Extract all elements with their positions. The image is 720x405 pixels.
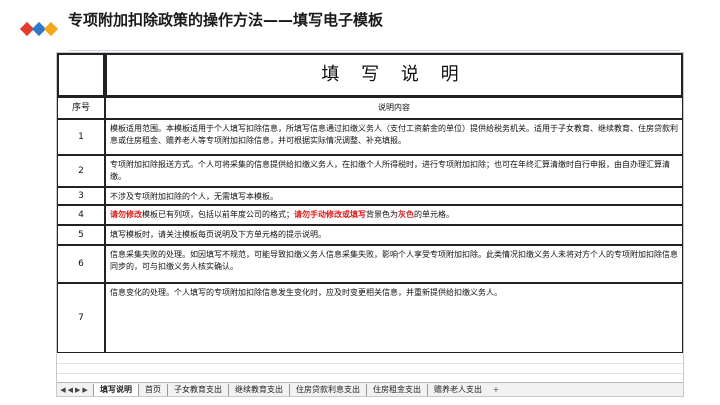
orange-diamond-icon (43, 21, 59, 37)
tab-housing-rent[interactable]: 住房租金支出 (366, 383, 427, 396)
row-1-no[interactable]: 1 (57, 119, 105, 155)
tab-housing-loan-interest[interactable]: 住房贷款利息支出 (289, 383, 366, 396)
row-2-no[interactable]: 2 (57, 155, 105, 187)
gray-color-text: 灰色 (398, 210, 414, 219)
row-4-no[interactable]: 4 (57, 205, 105, 225)
row-3-desc[interactable]: 不涉及专项附加扣除的个人，无需填写本模板。 (105, 187, 683, 205)
row-4-mid-text: 模板已有列项，包括以前年度公司的格式； (142, 210, 294, 219)
row-6-desc[interactable]: 信息采集失败的处理。如因填写不规范，可能导致扣缴义务人信息采集失败，影响个人享受… (105, 245, 683, 283)
row-3-no[interactable]: 3 (57, 187, 105, 205)
row-2-desc[interactable]: 专项附加扣除报送方式。个人可将采集的信息提供给扣缴义务人，在扣缴个人所得税时，进… (105, 155, 683, 187)
title-underline (68, 50, 680, 51)
row-5-no[interactable]: 5 (57, 225, 105, 245)
row-5-desc[interactable]: 填写模板时，请关注模板每页说明及下方单元格的提示说明。 (105, 225, 683, 245)
tab-fill-instructions[interactable]: 填写说明 (93, 383, 138, 396)
tab-elderly-support[interactable]: 赡养老人支出 (427, 383, 488, 396)
spreadsheet-window[interactable]: 填 写 说 明 序号 说明内容 1 模板适用范围。本模板适用于个人填写扣除信息，… (56, 52, 684, 397)
sheet-tab-bar: ◀◀▶▶ 填写说明 首页 子女教育支出 继续教育支出 住房贷款利息支出 住房租金… (57, 382, 683, 396)
header-no-cell[interactable]: 序号 (57, 97, 105, 119)
main-title-cell[interactable]: 填 写 说 明 (105, 53, 683, 97)
row-4-post-text: 背景色为 (366, 210, 398, 219)
tab-children-education[interactable]: 子女教育支出 (167, 383, 228, 396)
title-left-cell[interactable] (57, 53, 105, 97)
do-not-modify-text: 请勿修改 (110, 210, 142, 219)
instruction-table: 填 写 说 明 序号 说明内容 1 模板适用范围。本模板适用于个人填写扣除信息，… (57, 53, 683, 383)
diamond-logo-icon (19, 21, 60, 38)
tab-home[interactable]: 首页 (138, 383, 167, 396)
slide-title: 专项附加扣除政策的操作方法——填写电子模板 (68, 11, 384, 29)
header-desc-cell[interactable]: 说明内容 (105, 97, 683, 119)
plus-icon[interactable]: + (488, 385, 504, 394)
row-7-desc[interactable]: 信息变化的处理。个人填写的专项附加扣除信息发生变化时，应及时变更相关信息，并重新… (105, 283, 683, 353)
empty-rows (57, 353, 683, 383)
row-1-desc[interactable]: 模板适用范围。本模板适用于个人填写扣除信息，所填写信息通过扣缴义务人（支付工资薪… (105, 119, 683, 155)
row-4-desc[interactable]: 请勿修改模板已有列项，包括以前年度公司的格式；请勿手动修改或填写背景色为灰色的单… (105, 205, 683, 225)
row-4-tail-text: 的单元格。 (414, 210, 454, 219)
row-6-no[interactable]: 6 (57, 245, 105, 283)
row-7-no[interactable]: 7 (57, 283, 105, 353)
do-not-edit-text: 请勿手动修改或填写 (294, 210, 366, 219)
empty-gridline (57, 373, 683, 374)
slide-header: 专项附加扣除政策的操作方法——填写电子模板 (0, 0, 720, 52)
tab-navigation-arrows-icon[interactable]: ◀◀▶▶ (57, 386, 93, 394)
tab-continuing-education[interactable]: 继续教育支出 (228, 383, 289, 396)
empty-gridline (57, 363, 683, 364)
